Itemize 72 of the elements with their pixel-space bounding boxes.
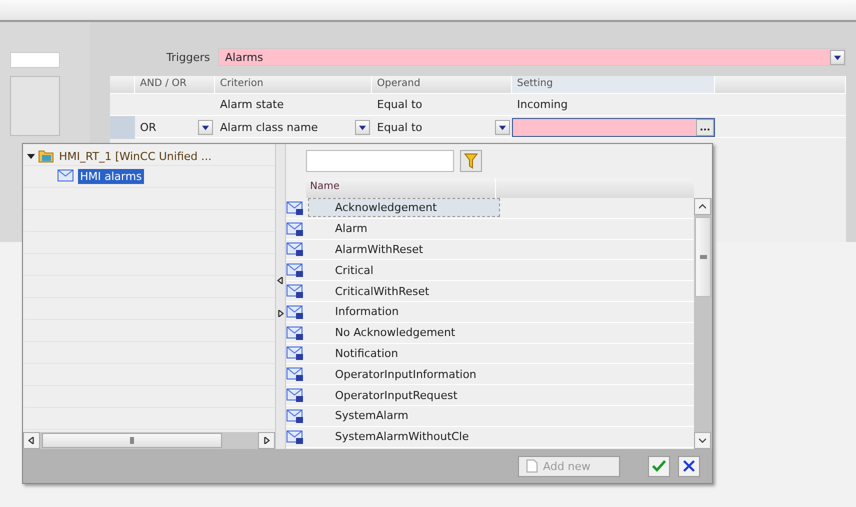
envelope-lock-icon <box>286 428 304 445</box>
list-item[interactable]: No Acknowledgement <box>309 324 499 342</box>
list-item[interactable]: SystemAlarmWithoutCle <box>309 428 499 446</box>
ellipsis-icon <box>700 128 710 130</box>
list-item[interactable]: Critical <box>309 262 499 279</box>
cancel-button[interactable] <box>678 456 700 476</box>
vertical-scrollbar[interactable] <box>694 198 712 449</box>
triggers-dropdown[interactable]: Alarms <box>218 48 846 66</box>
list-item[interactable]: OperatorInputRequest <box>309 386 499 404</box>
search-field[interactable] <box>306 150 454 172</box>
triggers-label: Triggers <box>165 50 210 64</box>
envelope-lock-icon <box>286 262 304 278</box>
browse-button[interactable] <box>696 119 714 136</box>
add-document-icon <box>525 459 539 473</box>
envelope-lock-icon <box>286 408 304 424</box>
envelope-icon <box>57 168 75 184</box>
table-cell: Equal to <box>377 121 422 134</box>
input-field[interactable] <box>10 52 60 68</box>
caret-left-icon <box>277 276 284 284</box>
list-item[interactable]: CriticalWithReset <box>309 282 499 300</box>
setting-field[interactable] <box>512 118 715 137</box>
envelope-lock-icon <box>286 324 304 341</box>
close-icon <box>683 460 695 472</box>
list-item[interactable]: SystemAlarm <box>309 407 499 424</box>
list-item[interactable]: Alarm <box>309 220 499 238</box>
confirm-button[interactable] <box>648 456 670 476</box>
envelope-lock-icon <box>286 366 304 382</box>
table-cell-text: Alarm state <box>219 97 285 113</box>
folder-icon <box>38 149 54 163</box>
dropdown-button[interactable] <box>198 120 213 135</box>
envelope-lock-icon <box>286 387 304 404</box>
check-icon <box>652 460 666 472</box>
table-cell: Alarm class name <box>220 121 318 134</box>
collapse-arrow-icon[interactable] <box>27 152 35 160</box>
dropdown-button[interactable] <box>495 120 510 135</box>
envelope-lock-icon <box>286 345 304 362</box>
envelope-lock-icon <box>286 220 304 237</box>
tree-item[interactable]: HMI alarms <box>78 168 144 184</box>
caret-left-icon <box>28 437 35 444</box>
table-cell-text: Incoming <box>516 97 569 113</box>
funnel-icon <box>464 153 478 169</box>
table-cell: OR <box>140 121 156 134</box>
caret-down-icon <box>499 124 506 131</box>
caret-down-icon <box>834 54 841 60</box>
column-header: Setting <box>512 76 715 93</box>
row-header <box>110 116 135 139</box>
caret-right-icon <box>263 437 270 444</box>
caret-right-icon <box>277 310 284 316</box>
grip-icon <box>700 255 706 259</box>
caret-down-icon <box>359 124 366 131</box>
grip-icon <box>130 437 134 444</box>
list-item[interactable]: AlarmWithReset <box>309 240 499 258</box>
horizontal-scrollbar[interactable] <box>23 432 275 449</box>
caret-vdown-icon <box>699 437 706 444</box>
dropdown-button[interactable] <box>830 50 845 64</box>
envelope-lock-icon <box>286 241 304 258</box>
filter-button[interactable] <box>460 150 482 172</box>
column-header: AND / OR <box>135 76 215 93</box>
tree-item[interactable]: HMI_RT_1 [WinCC Unified ... <box>57 148 214 164</box>
panel-box <box>10 76 60 136</box>
list-item[interactable]: Notification <box>309 344 499 362</box>
column-header: Criterion <box>215 76 372 93</box>
table-cell-text: Equal to <box>376 97 424 113</box>
list-item[interactable]: Acknowledgement <box>309 199 499 216</box>
dropdown-button[interactable] <box>355 120 370 135</box>
envelope-lock-icon <box>286 200 304 216</box>
list-item[interactable]: OperatorInputInformation <box>309 366 499 383</box>
envelope-lock-icon <box>286 304 304 320</box>
caret-up-icon <box>699 203 706 210</box>
list-item[interactable]: Information <box>309 303 499 320</box>
caret-down-icon <box>202 124 209 131</box>
envelope-lock-icon <box>286 283 304 300</box>
